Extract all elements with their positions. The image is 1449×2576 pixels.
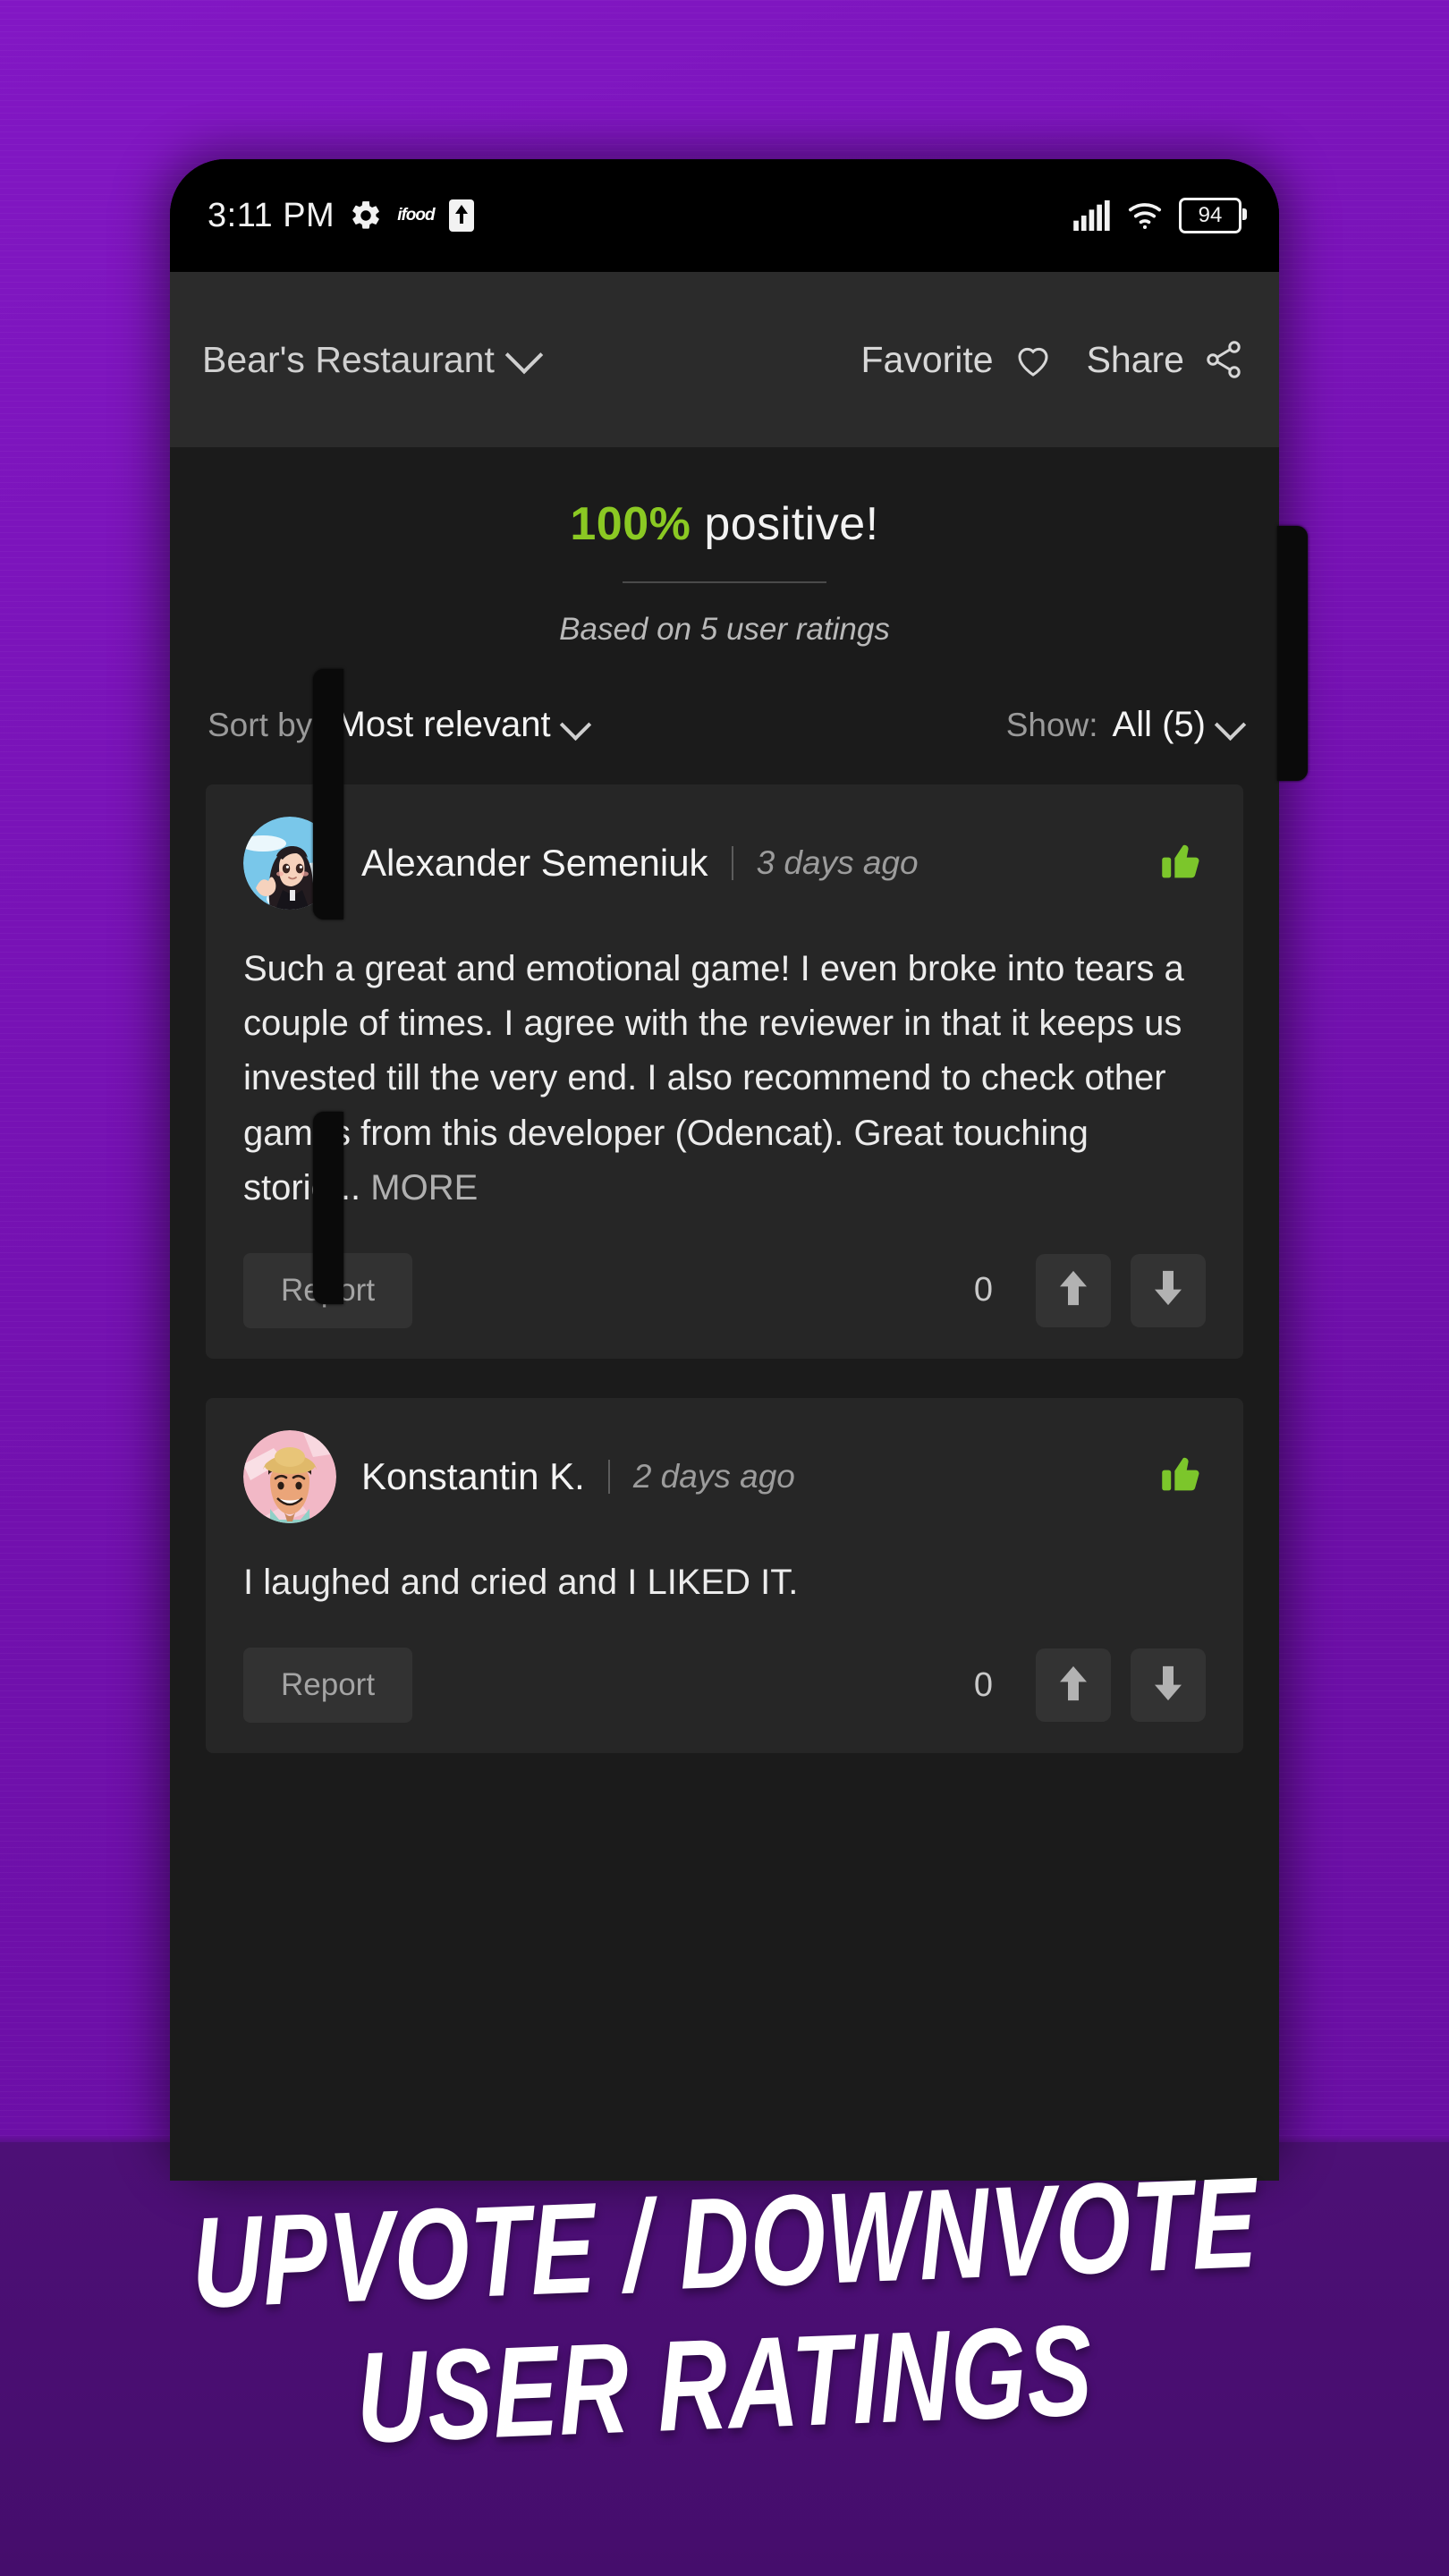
status-bar-left: 3:11 PM ifood [208,197,474,235]
review-header: Konstantin K. 2 days ago [243,1429,1206,1523]
arrow-down-icon [1150,1664,1186,1707]
review-text: I laughed and cried and I LIKED IT. [243,1555,1206,1610]
report-button[interactable]: Report [243,1648,413,1724]
review-card: Konstantin K. 2 days ago I laughed and c… [206,1397,1243,1754]
phone-power-button[interactable] [1277,526,1308,781]
show-filter-dropdown[interactable]: Show: All (5) [1005,705,1247,745]
review-author: Konstantin K. [361,1454,585,1497]
sort-by-value: Most relevant [335,705,551,744]
favorite-button[interactable]: Favorite [860,338,1055,381]
review-card: Alexander Semeniuk 3 days ago Such a gre… [206,784,1243,1359]
upvote-button[interactable] [1036,1648,1111,1723]
upvote-button[interactable] [1036,1253,1111,1327]
review-text-content: I laughed and cried and I LIKED IT. [243,1562,799,1602]
heart-outline-icon [1010,338,1056,381]
review-author: Alexander Semeniuk [361,842,708,884]
vote-count: 0 [973,1271,993,1309]
avatar [243,1429,336,1523]
review-footer: Report 0 [243,1252,1206,1328]
review-separator [731,846,733,880]
downvote-button[interactable] [1131,1648,1206,1723]
review-text: Such a great and emotional game! I even … [243,942,1206,1216]
share-label: Share [1086,338,1184,380]
upload-icon [448,199,474,232]
review-header: Alexander Semeniuk 3 days ago [243,817,1206,910]
promo-caption: UPVOTE / DOWNVOTE USER RATINGS [0,2151,1449,2471]
share-button[interactable]: Share [1087,338,1247,381]
arrow-down-icon [1150,1268,1186,1312]
gear-icon [349,199,383,233]
review-footer: Report 0 [243,1648,1206,1724]
rating-subtitle: Based on 5 user ratings [559,612,890,647]
chevron-down-icon [504,335,544,375]
status-bar-right: 94 [1073,198,1247,233]
rating-word: positive! [691,498,879,550]
status-bar: 3:11 PM ifood 94 [170,159,1279,272]
reviews-content: 100% positive! Based on 5 user ratings S… [170,447,1279,1754]
battery-icon: 94 [1179,198,1247,233]
review-date: 2 days ago [632,1457,795,1495]
share-icon [1200,338,1247,381]
app-bar: Bear's Restaurant Favorite Share [170,272,1279,447]
review-more-link[interactable]: MORE [370,1168,478,1208]
show-label: Show: [1005,707,1098,743]
sort-by-dropdown[interactable]: Sort by: Most relevant [208,705,591,745]
show-value: All (5) [1112,705,1206,744]
review-date: 3 days ago [756,844,919,881]
app-bar-title: Bear's Restaurant [202,338,495,380]
ifood-icon: ifood [397,206,435,225]
rating-percent: 100% [570,498,691,550]
signal-bars-icon [1073,200,1111,231]
rating-summary: 100% positive! Based on 5 user ratings [170,447,1279,648]
phone-device-frame: 3:11 PM ifood 94 Bear's Restaurant Favor… [170,159,1279,2181]
status-bar-clock: 3:11 PM [208,196,335,234]
thumbs-up-icon [1159,838,1206,889]
restaurant-selector[interactable]: Bear's Restaurant [202,335,544,381]
thumbs-up-icon [1159,1451,1206,1502]
battery-level-label: 94 [1198,203,1223,227]
sort-by-label: Sort by: [208,707,322,743]
review-separator [607,1459,610,1494]
chevron-down-icon [1214,708,1247,741]
chevron-down-icon [559,708,591,741]
wifi-icon [1126,200,1164,231]
rating-divider [623,581,826,583]
phone-volume-up-button[interactable] [313,669,343,919]
favorite-label: Favorite [860,338,994,380]
arrow-up-icon [1055,1268,1091,1312]
rating-headline: 100% positive! [170,497,1279,551]
arrow-up-icon [1055,1664,1091,1707]
downvote-button[interactable] [1131,1253,1206,1327]
promo-screenshot: 3:11 PM ifood 94 Bear's Restaurant Favor… [0,0,1449,2576]
vote-count: 0 [973,1665,993,1704]
phone-volume-down-button[interactable] [313,1112,343,1304]
